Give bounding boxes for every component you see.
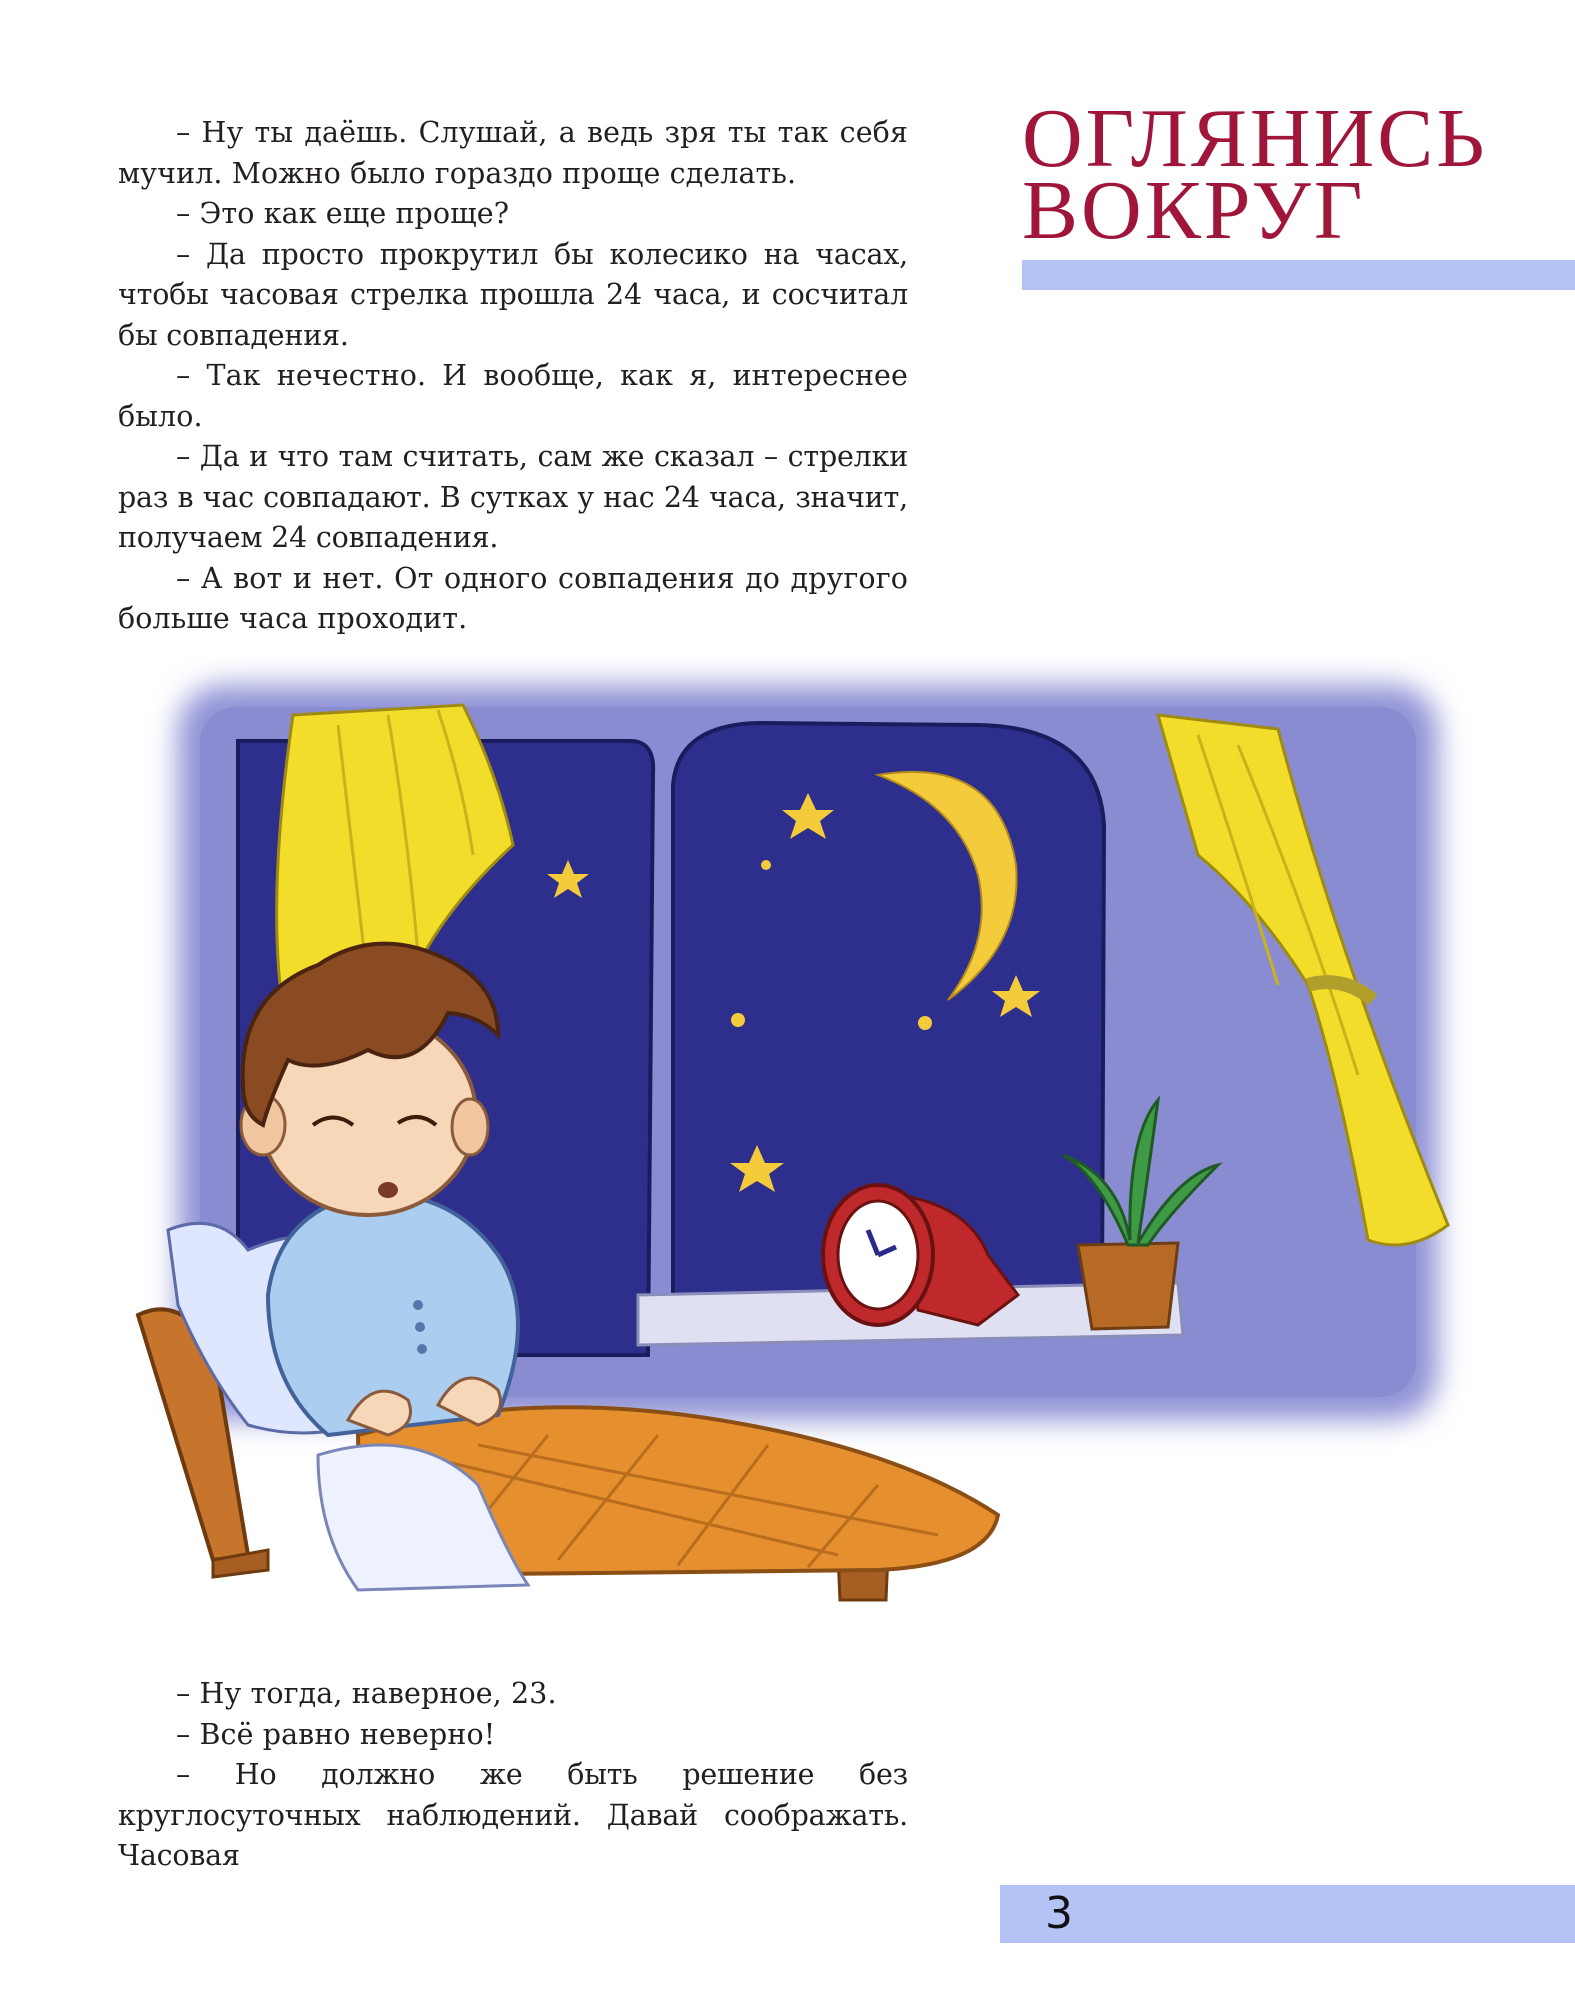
paragraph: – Это как еще проще? [176, 197, 510, 230]
section-title-line-2: ВОКРУГ [1022, 164, 1366, 257]
star-dot-icon [918, 1016, 932, 1030]
paragraph: – А вот и нет. От одного совпадения до д… [118, 561, 908, 636]
paragraph: – Да просто прокрутил бы колесико на час… [118, 237, 908, 352]
title-accent-bar [1022, 260, 1575, 290]
top-text-block: – Ну ты даёшь. Слушай, а ведь зря ты так… [118, 113, 908, 640]
paragraph: – Так нечестно. И вообще, как я, интерес… [118, 359, 908, 433]
paragraph: – Ну тогда, наверное, 23. [176, 1677, 557, 1710]
section-title: ОГЛЯНИСЬ ВОКРУГ [1022, 97, 1488, 253]
plant-pot [1076, 1241, 1180, 1331]
page-number-bar [1000, 1885, 1575, 1943]
page-number: 3 [1045, 1888, 1073, 1939]
paragraph: – Всё равно неверно! [176, 1717, 496, 1751]
paragraph: – Ну ты даёшь. Слушай, а ведь зря ты так… [118, 116, 908, 190]
star-dot-icon [761, 860, 771, 870]
paragraph: – Но должно же быть решение без круглосу… [118, 1758, 908, 1872]
paragraph: – Да и что там считать, сам же сказал – … [118, 440, 908, 554]
bedtime-illustration [135, 685, 1450, 1602]
bottom-text-block: – Ну тогда, наверное, 23. – Всё равно не… [118, 1674, 908, 1877]
star-dot-icon [731, 1013, 745, 1027]
